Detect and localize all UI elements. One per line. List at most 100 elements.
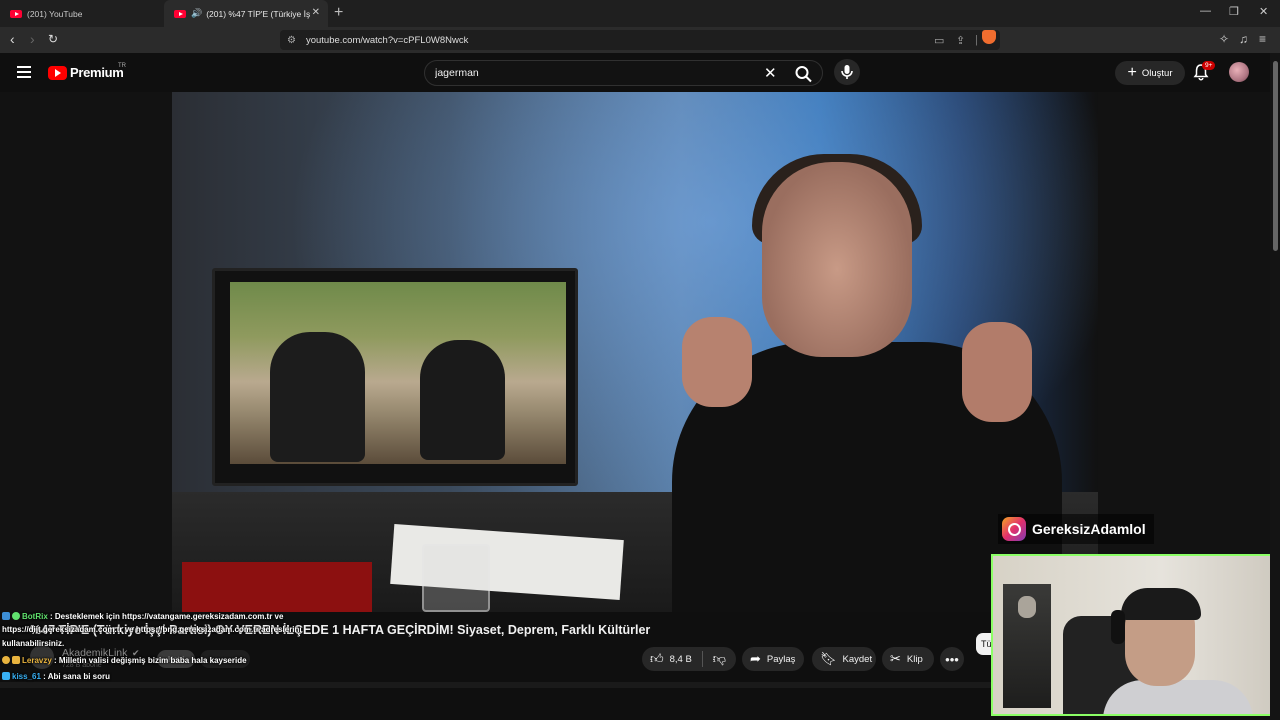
create-label: Oluştur [1141, 67, 1173, 79]
hamburger-menu-icon[interactable] [17, 66, 31, 78]
new-tab-icon[interactable]: + [334, 4, 343, 22]
chat-text: : Milletin valisi değişmiş bizim baba ha… [54, 656, 247, 665]
share-label: Paylaş [766, 653, 796, 665]
speaker-icon[interactable]: 🔊 [191, 8, 202, 19]
chat-message: kiss_61 : Abi sana bi soru [2, 672, 110, 683]
presenter [642, 154, 1082, 612]
share-page-icon[interactable]: ⇪ [956, 34, 965, 47]
subscriber-badge-icon [2, 672, 10, 680]
restore-icon[interactable]: ❐ [1229, 5, 1239, 18]
video-frame[interactable] [172, 92, 1098, 612]
chat-text: : Desteklemek için https://vatangame.ger… [50, 612, 284, 621]
address-bar[interactable]: ⚙ youtube.com/watch?v=cPFL0W8Nwck ▭ ⇪ | [280, 30, 1000, 50]
close-window-icon[interactable]: ✕ [1259, 5, 1268, 18]
forward-icon[interactable]: › [30, 31, 35, 47]
monitor-person-right [420, 340, 505, 460]
gift-badge-icon [12, 656, 20, 664]
chat-text: https://dijt.gereksizadam.com.tr ve http… [2, 625, 302, 634]
chat-username: Leravzy [22, 656, 52, 665]
back-icon[interactable]: ‹ [10, 31, 15, 47]
user-avatar[interactable] [1229, 62, 1249, 82]
extensions-icon[interactable]: ✧ [1219, 32, 1229, 46]
red-book [182, 562, 372, 612]
instagram-icon [1002, 517, 1026, 541]
chat-message-continued: kullanabilirsiniz. [2, 639, 64, 650]
clip-label: Klip [906, 653, 923, 665]
instagram-handle-overlay: GereksizAdamlol [998, 514, 1154, 544]
menu-icon[interactable]: ≡ [1259, 32, 1266, 46]
create-button[interactable]: + Oluştur [1115, 61, 1185, 85]
page-scrollbar[interactable] [1270, 53, 1280, 720]
media-icon[interactable]: ♫ [1239, 32, 1248, 46]
wall-portrait [1003, 584, 1051, 708]
bot-badge-icon [2, 612, 10, 620]
tab-label: (201) YouTube [27, 8, 83, 19]
monitor-person-left [270, 332, 365, 462]
microphone-icon [841, 65, 853, 79]
notification-badge: 9+ [1202, 61, 1216, 70]
search-box: ✕ [424, 60, 823, 86]
chat-username: kiss_61 [12, 672, 41, 681]
streamer-body [1103, 680, 1253, 714]
site-settings-icon[interactable]: ⚙ [287, 35, 296, 46]
presenter-head [762, 162, 912, 357]
chat-username: BotRix [22, 612, 48, 621]
browser-tab-video[interactable]: 🔊 (201) %47 TİP'E (Türkiye İşçi Pa ✕ [164, 0, 328, 27]
streamer-hair [1121, 588, 1201, 620]
dislike-icon[interactable]: 👎︎ [713, 651, 726, 667]
like-icon[interactable]: 👍︎ [650, 651, 664, 667]
more-actions-button[interactable]: ••• [940, 647, 964, 671]
reload-icon[interactable]: ↻ [48, 32, 58, 46]
clip-button[interactable]: ✂ Klip [882, 647, 934, 671]
logo-text: Premium [70, 65, 124, 80]
monitor-screen [230, 282, 566, 464]
chat-message: BotRix : Desteklemek için https://vatang… [2, 612, 283, 623]
verified-badge-icon [12, 612, 20, 620]
browser-nav-bar: ‹ › ↻ ⚙ youtube.com/watch?v=cPFL0W8Nwck … [0, 27, 1280, 53]
portrait-face [1018, 596, 1036, 618]
region-label: TR [118, 63, 126, 69]
divider-icon: | [975, 34, 978, 46]
youtube-header: Premium TR ✕ + Oluştur 9+ [0, 53, 1280, 92]
plus-icon: + [1127, 64, 1137, 81]
url-text: youtube.com/watch?v=cPFL0W8Nwck [305, 34, 469, 46]
chat-message: Leravzy : Milletin valisi değişmiş bizim… [2, 656, 247, 667]
save-button[interactable]: 🔖︎ Kaydet [812, 647, 876, 671]
divider [701, 651, 703, 667]
browser-tab-bar: (201) YouTube 🔊 (201) %47 TİP'E (Türkiye… [0, 0, 1280, 27]
youtube-favicon-icon [10, 9, 22, 18]
scrollbar-thumb[interactable] [1273, 61, 1278, 251]
clear-search-icon[interactable]: ✕ [764, 64, 777, 82]
search-input[interactable] [435, 67, 755, 79]
chat-text: : Abi sana bi soru [43, 672, 110, 681]
youtube-logo-icon [48, 65, 67, 80]
minimize-icon[interactable]: — [1200, 5, 1211, 17]
presenter-left-fist [682, 317, 752, 407]
share-icon: ➦ [750, 651, 761, 666]
drinking-glass [422, 544, 490, 612]
streamer-webcam [991, 554, 1276, 716]
instagram-handle: GereksizAdamlol [1032, 521, 1146, 537]
chat-text: kullanabilirsiniz. [2, 639, 65, 648]
headphones [1111, 610, 1125, 644]
share-button[interactable]: ➦ Paylaş [742, 647, 804, 671]
brave-shields-icon[interactable] [982, 30, 996, 44]
browser-tab-youtube[interactable]: (201) YouTube [0, 0, 164, 27]
close-tab-icon[interactable]: ✕ [312, 7, 320, 18]
presenter-right-hand [962, 322, 1032, 422]
cast-icon[interactable]: ▭ [934, 34, 944, 47]
supporter-badge-icon [2, 656, 10, 664]
youtube-premium-logo[interactable]: Premium [48, 65, 124, 80]
search-icon[interactable] [794, 65, 814, 83]
more-icon: ••• [945, 651, 959, 667]
like-dislike-group: 👍︎ 8,4 B 👎︎ [642, 647, 736, 671]
save-label: Kaydet [842, 653, 873, 665]
voice-search-button[interactable] [834, 59, 860, 85]
tab-label: (201) %47 TİP'E (Türkiye İşçi Pa [206, 8, 311, 19]
background-monitor [212, 268, 578, 486]
chat-message-continued: https://dijt.gereksizadam.com.tr ve http… [2, 625, 302, 636]
bookmark-icon: 🔖︎ [820, 651, 837, 666]
youtube-favicon-icon [174, 9, 186, 18]
scissors-icon: ✂ [890, 651, 901, 666]
like-count[interactable]: 8,4 B [670, 654, 692, 665]
